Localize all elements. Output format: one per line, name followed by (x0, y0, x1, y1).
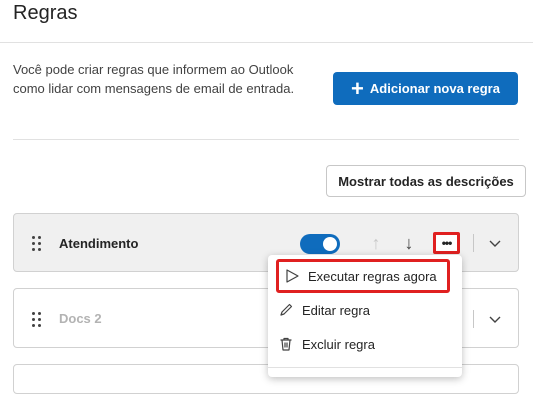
rule-enabled-toggle[interactable] (300, 234, 340, 254)
divider (13, 139, 519, 140)
pencil-icon (280, 303, 293, 316)
drag-handle-icon[interactable] (32, 236, 42, 252)
move-down-icon[interactable]: ↓ (399, 232, 419, 254)
show-all-descriptions-button[interactable]: Mostrar todas as descrições (326, 165, 526, 197)
menu-item-label: Executar regras agora (308, 268, 437, 284)
rule-name: Atendimento (59, 236, 139, 251)
rules-description: Você pode criar regras que informem ao O… (13, 62, 295, 96)
rule-context-menu: Executar regras agora Editar regra Exclu… (268, 255, 462, 377)
menu-item-label: Excluir regra (302, 336, 375, 352)
trash-icon (280, 337, 292, 351)
chevron-down-icon[interactable] (488, 312, 502, 326)
menu-separator (268, 367, 462, 368)
drag-handle-icon[interactable] (32, 312, 42, 328)
run-rules-now-menu-item[interactable]: Executar regras agora (276, 259, 450, 293)
separator (473, 234, 474, 252)
add-rule-label: Adicionar nova regra (369, 81, 500, 96)
more-options-button[interactable]: ••• (433, 232, 460, 254)
play-icon (286, 269, 299, 283)
plus-icon: + (351, 75, 364, 101)
rule-name: Docs 2 (59, 311, 102, 326)
edit-rule-menu-item[interactable]: Editar regra (278, 296, 370, 324)
delete-rule-menu-item[interactable]: Excluir regra (278, 330, 375, 358)
divider (0, 42, 533, 43)
move-up-icon[interactable]: ↑ (366, 232, 386, 254)
chevron-down-icon[interactable] (488, 236, 502, 250)
page-title: Regras (13, 2, 78, 24)
menu-item-label: Editar regra (302, 302, 370, 318)
add-rule-button[interactable]: + Adicionar nova regra (333, 72, 518, 105)
separator (473, 310, 474, 328)
